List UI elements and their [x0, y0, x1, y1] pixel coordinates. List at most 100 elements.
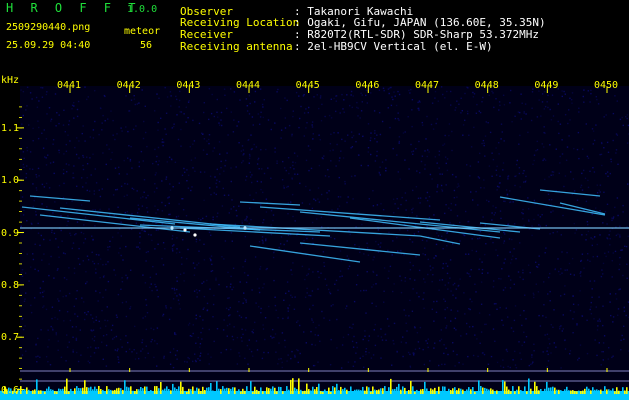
- noise-speck: [63, 182, 65, 185]
- noise-speck: [66, 311, 69, 313]
- noise-speck: [273, 336, 275, 339]
- noise-speck: [207, 353, 209, 355]
- app-title: H R O F F T: [6, 1, 141, 15]
- noise-speck: [318, 134, 320, 136]
- noise-speck: [30, 304, 32, 307]
- noise-speck: [248, 339, 250, 341]
- noise-speck: [576, 148, 579, 151]
- noise-speck: [178, 251, 181, 253]
- noise-speck: [63, 109, 65, 111]
- noise-speck: [339, 157, 341, 159]
- noise-speck: [505, 189, 508, 191]
- noise-speck: [329, 292, 332, 295]
- noise-speck: [107, 280, 110, 283]
- noise-speck: [316, 94, 318, 96]
- noise-speck: [89, 136, 92, 138]
- noise-speck: [483, 144, 485, 147]
- noise-speck: [226, 324, 229, 327]
- noise-speck: [438, 364, 440, 367]
- noise-speck: [263, 283, 265, 285]
- noise-speck: [586, 221, 589, 223]
- noise-speck: [421, 121, 423, 124]
- noise-speck: [319, 340, 321, 342]
- noise-speck: [312, 138, 314, 140]
- noise-speck: [134, 103, 136, 106]
- noise-speck: [351, 146, 354, 148]
- noise-speck: [365, 289, 367, 292]
- noise-speck: [21, 318, 23, 320]
- noise-speck: [602, 359, 604, 361]
- noise-speck: [372, 354, 375, 356]
- level-bar: [84, 380, 86, 394]
- noise-speck: [176, 276, 178, 279]
- noise-speck: [494, 340, 496, 342]
- noise-speck: [43, 129, 45, 131]
- noise-speck: [591, 296, 593, 298]
- noise-speck: [45, 93, 48, 96]
- noise-speck: [174, 292, 176, 294]
- noise-speck: [559, 162, 561, 164]
- level-bar: [442, 386, 444, 394]
- noise-speck: [221, 256, 223, 258]
- noise-speck: [597, 103, 600, 105]
- noise-speck: [541, 93, 544, 95]
- level-bar: [514, 391, 516, 394]
- level-bar: [272, 386, 274, 394]
- noise-speck: [175, 95, 177, 98]
- noise-speck: [162, 144, 164, 147]
- x-tick-label: 0448: [474, 80, 499, 91]
- level-bar: [424, 381, 426, 394]
- noise-speck: [143, 179, 146, 181]
- noise-speck: [602, 342, 605, 344]
- noise-speck: [37, 137, 40, 140]
- noise-speck: [454, 204, 457, 206]
- noise-speck: [73, 305, 75, 308]
- noise-speck: [601, 351, 603, 353]
- level-bar: [280, 387, 282, 394]
- noise-speck: [41, 203, 43, 205]
- noise-speck: [151, 289, 153, 292]
- noise-speck: [203, 307, 205, 309]
- noise-speck: [41, 259, 43, 261]
- noise-speck: [397, 171, 399, 173]
- noise-speck: [587, 253, 589, 255]
- noise-speck: [311, 319, 313, 321]
- noise-speck: [310, 330, 312, 333]
- noise-speck: [298, 126, 300, 129]
- noise-speck: [303, 135, 305, 137]
- noise-speck: [182, 198, 184, 200]
- noise-speck: [28, 280, 30, 282]
- noise-speck: [531, 356, 533, 358]
- noise-speck: [225, 307, 228, 310]
- noise-speck: [417, 197, 420, 199]
- noise-speck: [260, 188, 262, 191]
- noise-speck: [227, 271, 229, 274]
- noise-speck: [31, 168, 34, 170]
- noise-speck: [287, 317, 289, 319]
- noise-speck: [514, 364, 517, 366]
- noise-speck: [319, 139, 321, 141]
- level-bar: [294, 387, 296, 394]
- level-bar: [102, 389, 104, 394]
- noise-speck: [255, 340, 258, 342]
- noise-speck: [438, 289, 440, 291]
- noise-speck: [94, 168, 96, 170]
- noise-speck: [141, 339, 144, 341]
- noise-speck: [551, 94, 554, 96]
- noise-speck: [625, 314, 627, 317]
- noise-speck: [362, 338, 364, 341]
- level-bar: [542, 391, 544, 394]
- noise-speck: [194, 267, 196, 269]
- noise-speck: [223, 88, 226, 90]
- noise-speck: [189, 335, 192, 337]
- noise-speck: [312, 321, 314, 323]
- noise-speck: [56, 269, 59, 271]
- noise-speck: [76, 211, 78, 213]
- noise-speck: [456, 100, 458, 102]
- noise-speck: [256, 278, 259, 280]
- noise-speck: [202, 133, 204, 135]
- noise-speck: [350, 90, 353, 93]
- noise-speck: [563, 293, 566, 295]
- level-bar: [236, 390, 238, 394]
- noise-speck: [493, 106, 495, 109]
